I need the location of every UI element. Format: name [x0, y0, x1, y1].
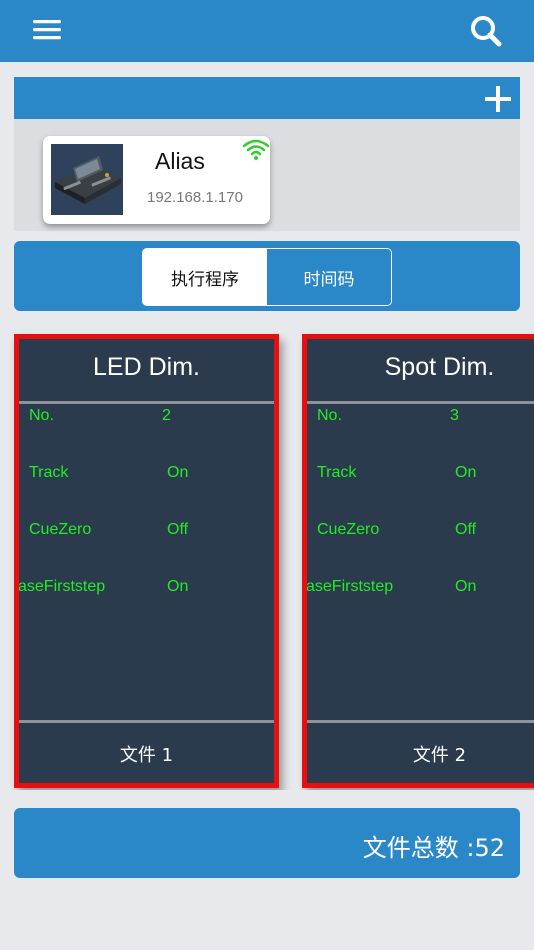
- prop-label-track: Track: [29, 464, 69, 481]
- file-card[interactable]: LED Dim. No. 2 Track On CueZero Off aseF…: [14, 334, 279, 788]
- wifi-icon: [242, 139, 270, 160]
- segmented-control: 执行程序 时间码: [142, 248, 392, 306]
- title-divider: [307, 401, 534, 404]
- prop-label-cuezero: CueZero: [317, 521, 380, 538]
- device-card[interactable]: Alias 192.168.1.170: [43, 136, 270, 224]
- prop-label-track: Track: [317, 464, 357, 481]
- prop-label-cuezero: CueZero: [29, 521, 92, 538]
- file-footer-label: 文件 2: [412, 745, 467, 766]
- file-total-bar: 文件总数 :52: [14, 808, 520, 878]
- tab-timecode[interactable]: 时间码: [267, 249, 391, 305]
- file-card[interactable]: Spot Dim. No. 3 Track On CueZero Off ase…: [302, 334, 534, 788]
- file-total-count: 文件总数 :52: [362, 834, 505, 862]
- file-title: LED Dim.: [93, 353, 200, 381]
- hamburger-menu-icon[interactable]: [31, 15, 65, 45]
- prop-value-no: 3: [450, 407, 459, 424]
- prop-value-track: On: [455, 464, 477, 481]
- plus-icon[interactable]: [484, 85, 512, 113]
- device-ip-address: 192.168.1.170: [147, 189, 243, 206]
- device-name: Alias: [155, 148, 205, 174]
- prop-label-release-first-step: aseFirststep: [306, 578, 394, 595]
- prop-value-release-first-step: On: [167, 578, 189, 595]
- prop-value-track: On: [167, 464, 189, 481]
- prop-value-no: 2: [162, 407, 171, 424]
- file-title: Spot Dim.: [384, 353, 495, 381]
- prop-value-release-first-step: On: [455, 578, 477, 595]
- prop-label-no: No.: [29, 407, 54, 424]
- footer-divider: [307, 720, 534, 723]
- prop-label-release-first-step: aseFirststep: [18, 578, 106, 595]
- device-panel-header: [14, 77, 520, 119]
- top-app-bar: [0, 0, 534, 62]
- footer-divider: [19, 720, 274, 723]
- file-footer-label: 文件 1: [119, 745, 174, 766]
- title-divider: [19, 401, 274, 404]
- file-cards-carousel[interactable]: LED Dim. No. 2 Track On CueZero Off aseF…: [0, 330, 534, 790]
- console-thumbnail-image: [51, 144, 123, 215]
- prop-label-no: No.: [317, 407, 342, 424]
- search-icon[interactable]: [468, 13, 504, 49]
- device-panel: Alias 192.168.1.170: [14, 77, 520, 231]
- tab-executor[interactable]: 执行程序: [143, 249, 267, 305]
- mode-tab-bar: 执行程序 时间码: [14, 241, 520, 311]
- prop-value-cuezero: Off: [455, 521, 477, 538]
- prop-value-cuezero: Off: [167, 521, 189, 538]
